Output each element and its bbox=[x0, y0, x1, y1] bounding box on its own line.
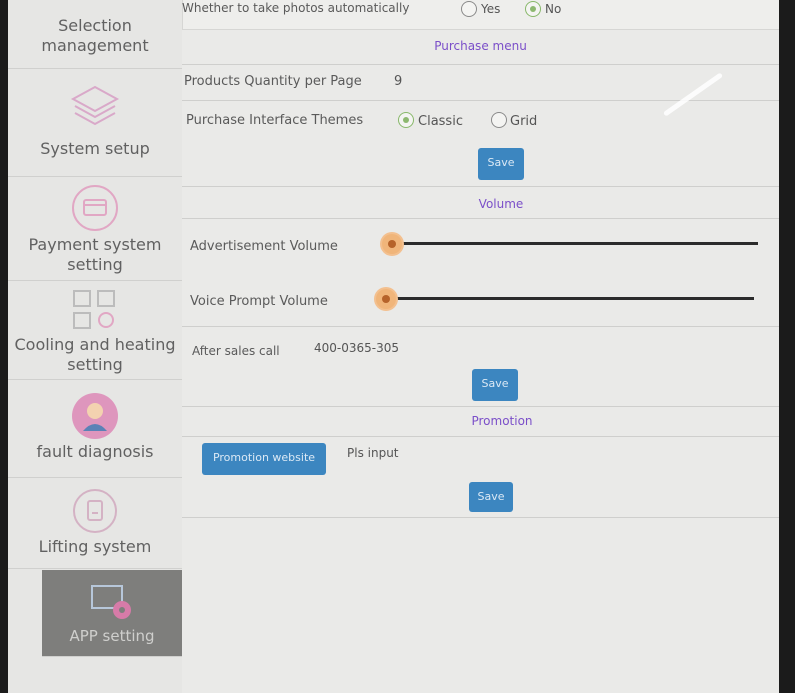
sidebar-item-label: APP setting bbox=[69, 627, 155, 645]
photos-no-label: No bbox=[545, 2, 562, 16]
sidebar-item-label: fault diagnosis bbox=[36, 442, 154, 461]
theme-grid-radio[interactable] bbox=[491, 112, 507, 128]
promotion-input[interactable]: Pls input bbox=[347, 446, 399, 460]
ad-volume-label: Advertisement Volume bbox=[190, 239, 338, 254]
sidebar-item-label: Lifting system bbox=[38, 537, 152, 556]
main-panel: Whether to take photos automatically Yes… bbox=[182, 0, 779, 693]
photos-no-radio[interactable] bbox=[525, 1, 541, 17]
grid-gear-icon bbox=[70, 287, 120, 338]
lift-icon bbox=[73, 489, 117, 533]
divider bbox=[182, 436, 779, 437]
screen: Selection management System setup Paymen… bbox=[8, 0, 779, 693]
theme-label: Purchase Interface Themes bbox=[186, 113, 364, 128]
sidebar-item-fault-diagnosis[interactable]: fault diagnosis bbox=[8, 380, 182, 478]
divider bbox=[182, 326, 779, 327]
theme-grid-label: Grid bbox=[510, 114, 538, 129]
sidebar-item-label: Payment system setting bbox=[28, 235, 162, 274]
after-sales-label: After sales call bbox=[192, 344, 280, 358]
monitor-gear-icon bbox=[86, 580, 138, 629]
photos-yes-label: Yes bbox=[481, 2, 501, 16]
purchase-save-button[interactable]: Save bbox=[478, 148, 524, 180]
after-sales-save-button[interactable]: Save bbox=[472, 369, 518, 401]
promotion-website-button[interactable]: Promotion website bbox=[202, 443, 326, 475]
purchase-menu-title: Purchase menu bbox=[434, 39, 527, 53]
sidebar-item-selection-management[interactable]: Selection management bbox=[8, 0, 182, 69]
layers-icon bbox=[69, 83, 121, 136]
photos-yes-radio[interactable] bbox=[461, 1, 477, 17]
promotion-title: Promotion bbox=[471, 414, 533, 428]
voice-volume-thumb[interactable] bbox=[376, 289, 396, 309]
divider bbox=[182, 517, 779, 518]
payment-card-icon bbox=[72, 185, 118, 231]
sidebar: Selection management System setup Paymen… bbox=[8, 0, 183, 693]
voice-volume-slider[interactable] bbox=[382, 297, 754, 300]
sidebar-item-lifting-system[interactable]: Lifting system bbox=[8, 478, 182, 569]
sidebar-item-label: System setup bbox=[40, 139, 150, 158]
ad-volume-slider[interactable] bbox=[388, 242, 758, 245]
volume-title: Volume bbox=[478, 197, 524, 211]
after-sales-input[interactable]: 400-0365-305 bbox=[314, 341, 399, 355]
sidebar-item-label: Cooling and heating setting bbox=[14, 335, 176, 374]
divider bbox=[182, 186, 779, 187]
sidebar-item-payment-system-setting[interactable]: Payment system setting bbox=[8, 177, 182, 281]
sidebar-item-app-setting[interactable]: APP setting bbox=[42, 570, 182, 657]
sidebar-item-label: Selection management bbox=[41, 16, 149, 55]
person-icon bbox=[72, 393, 118, 439]
divider bbox=[182, 406, 779, 407]
theme-classic-label: Classic bbox=[418, 114, 463, 129]
divider bbox=[182, 218, 779, 219]
divider bbox=[182, 100, 779, 101]
screen-glare bbox=[662, 72, 724, 117]
promotion-save-button[interactable]: Save bbox=[469, 482, 513, 512]
quantity-input[interactable]: 9 bbox=[394, 74, 402, 89]
sidebar-item-cooling-heating[interactable]: Cooling and heating setting bbox=[8, 281, 182, 380]
ad-volume-thumb[interactable] bbox=[382, 234, 402, 254]
voice-volume-label: Voice Prompt Volume bbox=[190, 294, 328, 309]
theme-classic-radio[interactable] bbox=[398, 112, 414, 128]
photos-label: Whether to take photos automatically bbox=[182, 1, 410, 15]
quantity-label: Products Quantity per Page bbox=[184, 74, 362, 89]
divider bbox=[182, 64, 779, 65]
sidebar-item-system-setup[interactable]: System setup bbox=[8, 69, 182, 177]
